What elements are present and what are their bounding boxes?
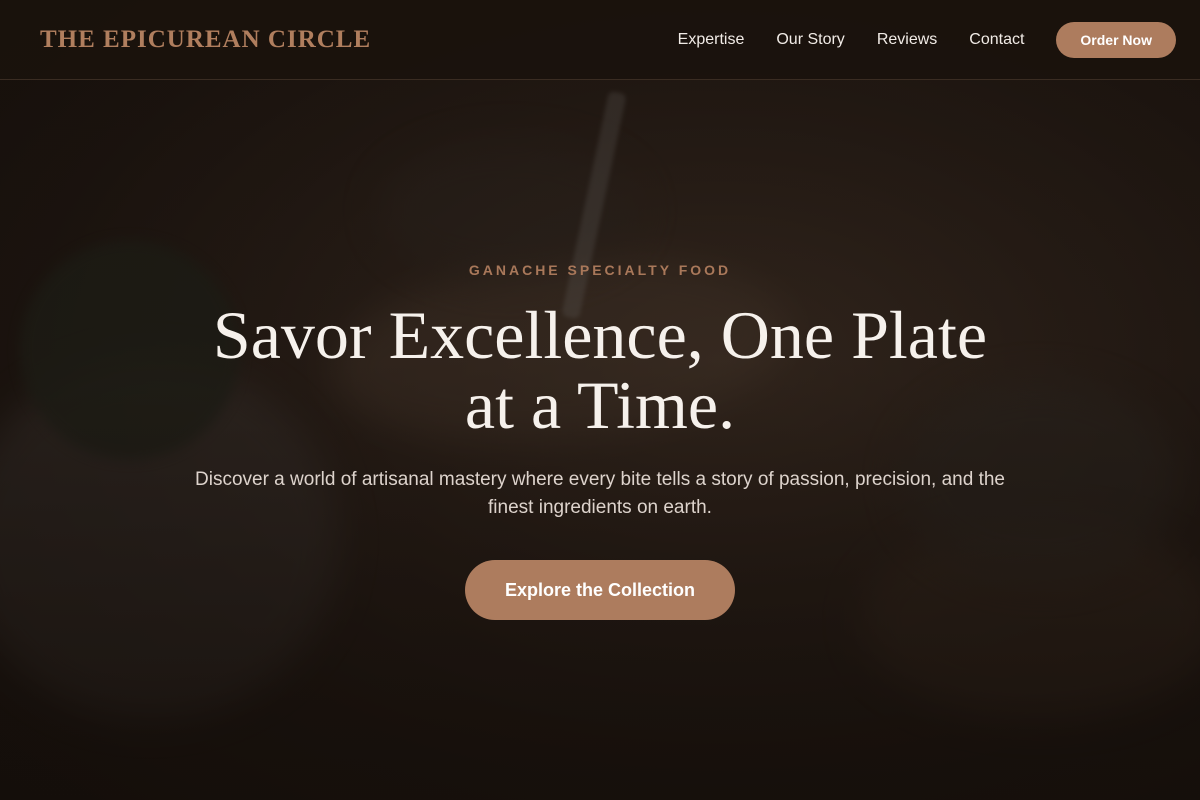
explore-collection-button[interactable]: Explore the Collection [465,560,735,620]
hero-eyebrow: GANACHE SPECIALTY FOOD [468,262,732,278]
nav-link-reviews[interactable]: Reviews [877,31,937,49]
site-header: THE EPICUREAN CIRCLE Expertise Our Story… [0,0,1200,80]
nav-link-our-story[interactable]: Our Story [776,31,844,49]
hero-headline: Savor Excellence, One Plate at a Time. [212,297,988,443]
nav-link-expertise[interactable]: Expertise [678,31,745,49]
order-now-button[interactable]: Order Now [1056,22,1176,58]
brand-logo[interactable]: THE EPICUREAN CIRCLE [40,26,371,54]
hero-subtext: Discover a world of artisanal mastery wh… [195,469,1005,518]
nav-link-contact[interactable]: Contact [969,31,1024,49]
main-nav: Expertise Our Story Reviews Contact Orde… [678,22,1176,58]
